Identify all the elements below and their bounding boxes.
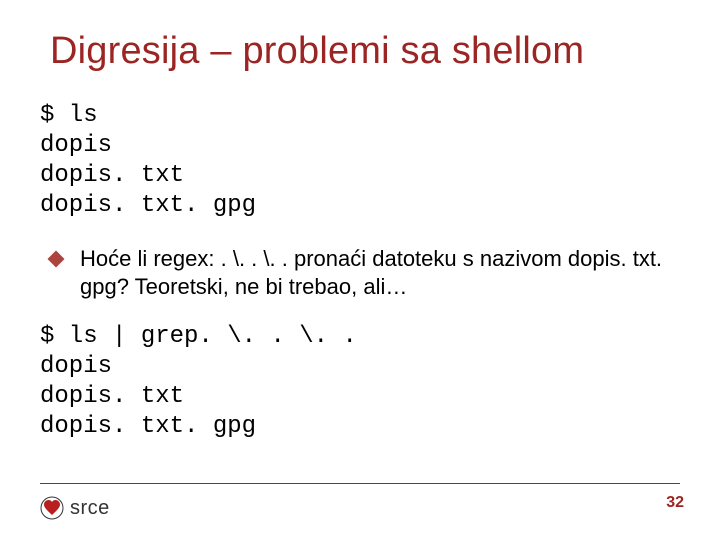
- diamond-bullet-icon: [48, 251, 64, 267]
- footer-divider: [40, 483, 680, 484]
- logo-text: srce: [70, 497, 110, 520]
- code-block-1: $ ls dopis dopis. txt dopis. txt. gpg: [40, 101, 680, 221]
- bullet-text: Hoće li regex: . \. . \. . pronaći datot…: [80, 245, 680, 300]
- slide: Digresija – problemi sa shellom $ ls dop…: [0, 0, 720, 540]
- footer-logo: srce: [40, 496, 110, 520]
- heart-icon: [40, 496, 64, 520]
- bullet-item: Hoće li regex: . \. . \. . pronaći datot…: [48, 245, 680, 300]
- slide-title: Digresija – problemi sa shellom: [50, 30, 680, 73]
- code-block-2: $ ls | grep. \. . \. . dopis dopis. txt …: [40, 322, 680, 442]
- page-number: 32: [666, 494, 684, 512]
